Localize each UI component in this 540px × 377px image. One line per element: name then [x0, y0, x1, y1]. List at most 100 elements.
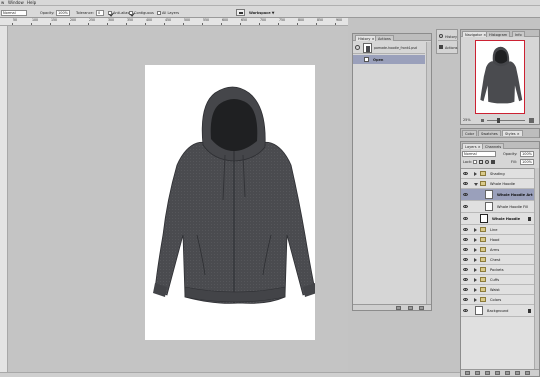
ruler-tick-label: 150	[51, 18, 58, 22]
folder-icon	[480, 227, 486, 232]
layer-row[interactable]: Whole Hoodie Fill	[461, 201, 534, 213]
visibility-eye-icon[interactable]	[463, 248, 468, 251]
zoom-slider[interactable]	[487, 120, 525, 121]
navigator-panel-tabs: Navigator × Histogram Info	[461, 30, 539, 37]
ruler-tick	[164, 23, 165, 25]
tab-color[interactable]: Color	[462, 130, 478, 136]
layer-row[interactable]: Whole Hoodie	[461, 179, 534, 189]
dock-actions-button[interactable]: Actions	[438, 43, 458, 52]
layers-scrollbar[interactable]	[534, 168, 539, 370]
ruler-tick-label: 800	[298, 18, 305, 22]
tolerance-input[interactable]: 0	[96, 10, 104, 16]
tab-layers[interactable]: Layers ×	[462, 143, 484, 149]
antialias-checkbox[interactable]	[108, 11, 112, 15]
history-brush-icon[interactable]	[355, 45, 360, 50]
layer-row[interactable]: Line	[461, 225, 534, 235]
lock-all-icon[interactable]	[491, 160, 495, 164]
layer-row[interactable]: Waist	[461, 285, 534, 295]
history-scrollbar[interactable]	[426, 42, 431, 304]
dock-history-button[interactable]: History	[438, 32, 458, 41]
expand-triangle-icon[interactable]	[474, 288, 477, 292]
tab-histogram[interactable]: Histogram	[486, 31, 511, 37]
visibility-eye-icon[interactable]	[463, 182, 468, 185]
expand-triangle-icon[interactable]	[474, 172, 477, 176]
layer-opacity-input[interactable]: 100%	[520, 151, 534, 157]
workspace-button[interactable]: Workspace ▼	[249, 10, 275, 16]
new-layer-icon[interactable]	[515, 371, 520, 375]
history-footer	[353, 304, 431, 310]
layer-row[interactable]: Shading	[461, 169, 534, 179]
lock-pixels-icon[interactable]	[479, 160, 483, 164]
tab-styles[interactable]: Styles ×	[502, 130, 523, 136]
fill-input[interactable]: 100%	[520, 159, 534, 165]
zoom-out-icon[interactable]	[481, 119, 484, 122]
visibility-eye-icon[interactable]	[463, 298, 468, 301]
new-snapshot-icon[interactable]	[408, 306, 413, 310]
expand-triangle-icon[interactable]	[474, 238, 477, 242]
tab-swatches[interactable]: Swatches	[478, 130, 501, 136]
layer-row[interactable]: Chest	[461, 255, 534, 265]
visibility-eye-icon[interactable]	[463, 238, 468, 241]
ruler-tick	[278, 23, 279, 25]
layer-name: Shading	[490, 172, 505, 176]
layer-row[interactable]: Cuffs	[461, 275, 534, 285]
layer-row[interactable]: Arms	[461, 245, 534, 255]
history-snapshot[interactable]: pomade-hoodie_front4.psd	[353, 42, 425, 54]
navigator-preview[interactable]	[475, 40, 525, 114]
delete-layer-icon[interactable]	[525, 371, 530, 375]
workspace-icon[interactable]	[236, 9, 245, 16]
visibility-eye-icon[interactable]	[463, 193, 468, 196]
layer-mask-icon[interactable]	[485, 371, 490, 375]
blend-mode-select[interactable]: Normal	[462, 151, 496, 157]
visibility-eye-icon[interactable]	[463, 205, 468, 208]
tab-info[interactable]: Info	[512, 31, 525, 37]
expand-triangle-icon[interactable]	[474, 278, 477, 282]
layer-row[interactable]: Hood	[461, 235, 534, 245]
opacity-input[interactable]: 100%	[56, 10, 70, 16]
ruler-tick	[297, 23, 298, 25]
navigator-thumbnail	[480, 46, 523, 104]
new-group-icon[interactable]	[505, 371, 510, 375]
expand-triangle-icon[interactable]	[474, 268, 477, 272]
layer-row[interactable]: Colors	[461, 295, 534, 305]
expand-triangle-icon[interactable]	[474, 228, 477, 232]
expand-triangle-icon[interactable]	[474, 298, 477, 302]
all-layers-checkbox[interactable]	[157, 11, 161, 15]
visibility-eye-icon[interactable]	[463, 172, 468, 175]
visibility-eye-icon[interactable]	[463, 288, 468, 291]
ruler-tick-label: 900	[336, 18, 343, 22]
layer-row[interactable]: Background	[461, 305, 534, 317]
tab-channels[interactable]: Channels	[482, 143, 505, 149]
document-canvas[interactable]	[145, 65, 317, 340]
layer-style-icon[interactable]	[475, 371, 480, 375]
trash-icon[interactable]	[419, 306, 424, 310]
layer-row[interactable]: Whole Hoodie Art	[461, 189, 534, 201]
snapshot-name: pomade-hoodie_front4.psd	[374, 46, 417, 50]
zoom-slider-thumb[interactable]	[497, 118, 500, 123]
visibility-eye-icon[interactable]	[463, 309, 468, 312]
expand-triangle-icon[interactable]	[474, 183, 478, 186]
layers-panel-tabs: Layers × Channels	[461, 142, 539, 149]
visibility-eye-icon[interactable]	[463, 258, 468, 261]
expand-triangle-icon[interactable]	[474, 258, 477, 262]
history-panel: History × Actions pomade-hoodie_front4.p…	[352, 33, 432, 311]
visibility-eye-icon[interactable]	[463, 217, 468, 220]
lock-position-icon[interactable]	[485, 160, 489, 164]
zoom-value[interactable]: 25%	[463, 117, 471, 123]
layer-row[interactable]: Whole Hoodie	[461, 213, 534, 225]
visibility-eye-icon[interactable]	[463, 228, 468, 231]
all-layers-label: All Layers	[162, 11, 180, 15]
layer-row[interactable]: Pockets	[461, 265, 534, 275]
new-document-icon[interactable]	[396, 306, 401, 310]
zoom-in-icon[interactable]	[529, 118, 534, 123]
expand-triangle-icon[interactable]	[474, 248, 477, 252]
adjustment-layer-icon[interactable]	[495, 371, 500, 375]
visibility-eye-icon[interactable]	[463, 268, 468, 271]
contiguous-checkbox[interactable]	[129, 11, 133, 15]
history-state-open[interactable]: Open	[353, 55, 425, 64]
link-layers-icon[interactable]	[465, 371, 470, 375]
tab-actions[interactable]: Actions	[375, 35, 394, 41]
visibility-eye-icon[interactable]	[463, 278, 468, 281]
mode-select[interactable]: Normal	[1, 10, 27, 16]
lock-transparency-icon[interactable]	[473, 160, 477, 164]
